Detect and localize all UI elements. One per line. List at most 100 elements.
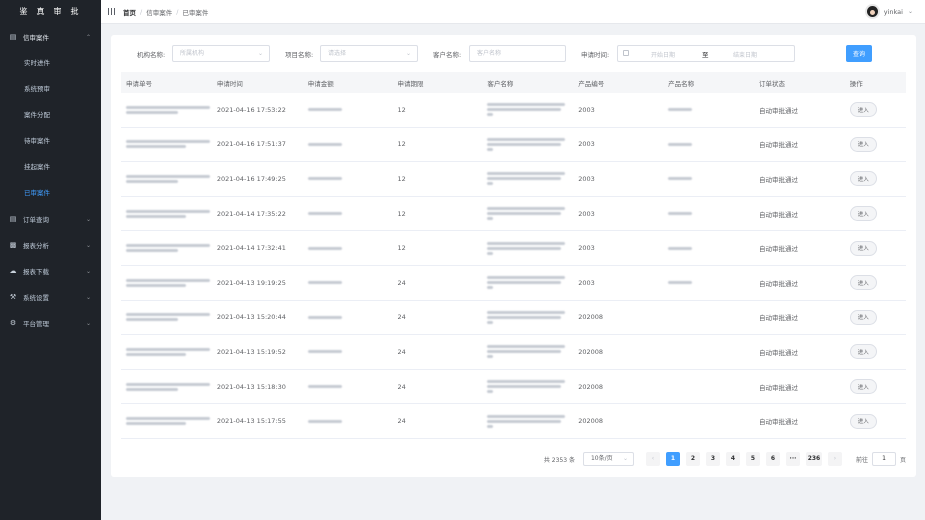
redacted-text	[126, 422, 186, 426]
submenu-item-assign[interactable]: 案件分配	[0, 102, 101, 128]
username[interactable]: yinkai	[884, 8, 903, 16]
goto-page-input[interactable]: 1	[871, 452, 896, 466]
user-menu[interactable]: yinkai ⌄	[864, 4, 913, 19]
prev-page-button[interactable]: ‹	[645, 452, 660, 466]
menu-item-order-query[interactable]: ▤ 订单查询 ⌄	[0, 206, 101, 232]
chevron-down-icon: ⌄	[85, 215, 91, 223]
chevron-down-icon[interactable]: ⌄	[908, 8, 913, 15]
menu-item-report-analysis[interactable]: ▩ 报表分析 ⌄	[0, 232, 101, 258]
cell-action: 进入	[845, 413, 906, 429]
cell-status: 自动审批通过	[758, 175, 798, 184]
enter-button[interactable]: 进入	[849, 344, 877, 360]
redacted-text	[487, 385, 562, 389]
redacted-text	[126, 249, 178, 253]
breadcrumb-separator: /	[176, 7, 179, 16]
breadcrumb-reviewed: 已审案件	[182, 8, 209, 17]
menu-item-credit-review[interactable]: ▤ 信审案件 ⌃	[0, 24, 101, 50]
date-start[interactable]: 开始日期	[651, 50, 675, 59]
cell-status: 自动审批通过	[758, 348, 798, 357]
chevron-down-icon: ⌄	[85, 293, 91, 301]
cell-customer	[482, 343, 573, 360]
cell-product-no: 2003	[578, 278, 595, 287]
enter-button[interactable]: 进入	[849, 379, 877, 395]
page-button-5[interactable]: 5	[745, 452, 760, 466]
col-header-application-no: 申请单号	[126, 79, 152, 88]
table-row: 2021-04-13 15:20:44 24 202008 自动审批通过 进入	[121, 301, 906, 336]
redacted-amount	[307, 212, 342, 216]
next-page-button[interactable]: ›	[827, 452, 842, 466]
org-select[interactable]: 所属机构 ⌄	[172, 45, 270, 62]
page-size-value: 10条/页	[590, 455, 613, 462]
breadcrumb-home[interactable]: 首页	[123, 7, 136, 17]
date-range-picker[interactable]: 开始日期 至 结束日期	[617, 45, 795, 62]
page-button-1[interactable]: 1	[665, 452, 680, 466]
customer-placeholder: 客户名称	[477, 50, 502, 57]
col-header-customer: 客户名称	[487, 79, 514, 88]
table-row: 2021-04-14 17:35:22 12 2003 自动审批通过 进入	[121, 197, 906, 232]
table-row: 2021-04-16 17:53:22 12 2003 自动审批通过 进入	[121, 93, 906, 128]
page-size-select[interactable]: 10条/页 ⌄	[582, 452, 634, 466]
enter-button[interactable]: 进入	[849, 413, 877, 429]
cell-term: 12	[397, 209, 406, 218]
redacted-text	[487, 113, 494, 117]
cell-amount	[303, 418, 393, 425]
cell-term: 24	[397, 382, 406, 391]
menu-item-system-settings[interactable]: ⚒ 系统设置 ⌄	[0, 284, 101, 310]
page-button-6[interactable]: 6	[765, 452, 780, 466]
cell-application-no	[121, 104, 212, 116]
page-button-2[interactable]: 2	[685, 452, 700, 466]
submenu-item-realtime[interactable]: 实时进件	[0, 50, 101, 76]
redacted-text	[487, 281, 562, 285]
query-button[interactable]: 查询	[846, 45, 872, 62]
cell-status: 自动审批通过	[758, 106, 798, 115]
redacted-text	[487, 286, 494, 290]
cell-action: 进入	[845, 379, 906, 395]
pagination: 共 2353 条 10条/页 ⌄ ‹ 1 2 3 4 5 6 ··· 236 ›…	[544, 452, 906, 466]
chevron-down-icon: ⌄	[622, 455, 628, 462]
redacted-text	[487, 380, 566, 384]
page-button-4[interactable]: 4	[725, 452, 740, 466]
cell-term: 24	[397, 278, 406, 287]
submenu-item-suspended[interactable]: 挂起案件	[0, 154, 101, 180]
enter-button[interactable]: 进入	[849, 171, 877, 187]
enter-button[interactable]: 进入	[849, 136, 877, 152]
menu-item-report-download[interactable]: ☁ 报表下载 ⌄	[0, 258, 101, 284]
chevron-down-icon: ⌄	[405, 50, 411, 57]
hamburger-icon[interactable]	[108, 8, 115, 15]
cell-application-no	[121, 277, 212, 289]
cell-product-name	[663, 210, 754, 217]
enter-button[interactable]: 进入	[849, 102, 877, 118]
submenu-item-pending[interactable]: 待审案件	[0, 128, 101, 154]
enter-button[interactable]: 进入	[849, 240, 877, 256]
date-end[interactable]: 结束日期	[733, 50, 757, 59]
redacted-text	[487, 315, 562, 319]
menu-label: 报表下载	[23, 268, 49, 276]
page-button-last[interactable]: 236	[805, 452, 822, 466]
project-placeholder: 请选择	[328, 50, 347, 57]
cell-product-no: 202008	[578, 313, 604, 322]
menu-label: 信审案件	[23, 34, 49, 42]
cell-amount	[303, 106, 393, 113]
customer-input[interactable]: 客户名称	[469, 45, 566, 62]
cell-application-time: 2021-04-16 17:51:37	[216, 140, 286, 149]
redacted-text	[126, 352, 186, 356]
submenu-item-reviewed[interactable]: 已审案件	[0, 180, 101, 206]
date-separator: 至	[702, 51, 709, 59]
pagination-total: 共 2353 条	[543, 456, 575, 464]
enter-button[interactable]: 进入	[849, 275, 877, 291]
page-button-3[interactable]: 3	[705, 452, 720, 466]
redacted-amount	[307, 315, 342, 319]
enter-button[interactable]: 进入	[849, 309, 877, 325]
page-ellipsis-button[interactable]: ···	[785, 452, 800, 466]
enter-button[interactable]: 进入	[849, 206, 877, 222]
project-select[interactable]: 请选择 ⌄	[320, 45, 418, 62]
col-header-product-name: 产品名称	[668, 79, 695, 88]
redacted-amount	[307, 246, 342, 250]
cell-application-no	[121, 208, 212, 220]
sidebar: 鉴真审批 ▤ 信审案件 ⌃ 实时进件 系统预审 案件分配 待审案件 挂起案件 已…	[0, 0, 101, 520]
avatar[interactable]	[864, 4, 880, 19]
menu-item-platform-admin[interactable]: ⚙ 平台管理 ⌄	[0, 310, 101, 336]
table-row: 2021-04-13 15:19:52 24 202008 自动审批通过 进入	[121, 335, 906, 370]
cell-customer	[482, 413, 573, 430]
submenu-item-prereview[interactable]: 系统预审	[0, 76, 101, 102]
